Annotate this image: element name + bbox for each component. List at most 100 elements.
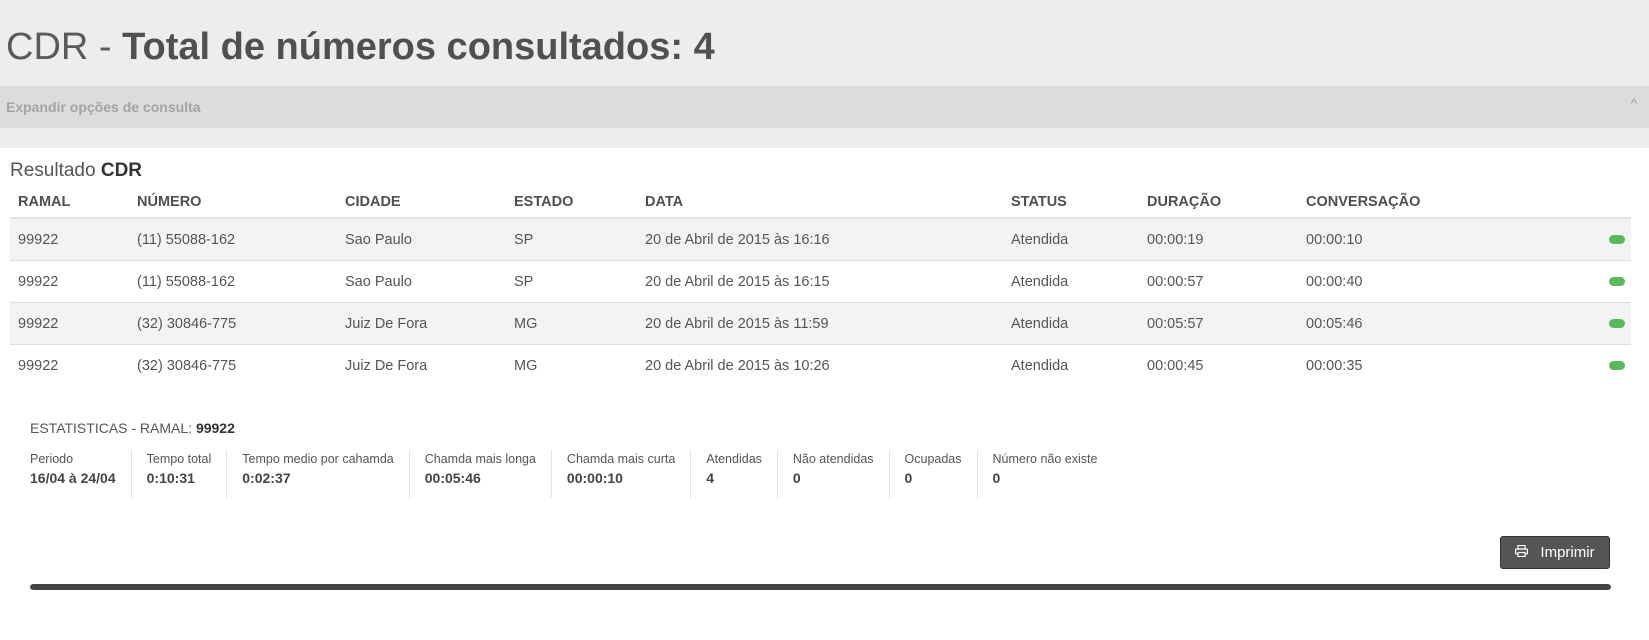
progress-bar-fill <box>30 584 1611 590</box>
stat-nao-atendidas: Não atendidas 0 <box>776 450 889 498</box>
cell-estado: SP <box>506 260 637 303</box>
cell-data: 20 de Abril de 2015 às 16:16 <box>637 218 1003 261</box>
cell-duracao: 00:00:19 <box>1139 218 1298 261</box>
cell-conversacao: 00:00:10 <box>1298 218 1531 261</box>
result-heading-bold: CDR <box>100 160 143 181</box>
stat-label: Ocupadas <box>904 452 962 466</box>
cell-ramal: 99922 <box>18 357 59 374</box>
cell-numero: (11) 55088-162 <box>129 218 337 261</box>
cell-indicator <box>1531 260 1631 303</box>
stat-value: 4 <box>706 470 715 486</box>
print-button-label: Imprimir <box>1540 544 1595 561</box>
cell-estado: SP <box>506 218 637 261</box>
status-indicator-icon <box>1609 276 1625 286</box>
printer-icon <box>1515 544 1529 561</box>
cell-indicator <box>1531 302 1631 345</box>
cell-cidade: Sao Paulo <box>337 218 506 261</box>
cell-estado: MG <box>506 302 637 345</box>
stat-label: Chamda mais curta <box>566 452 676 466</box>
cell-indicator <box>1531 345 1631 387</box>
stat-tempo-total: Tempo total 0:10:31 <box>130 450 227 498</box>
column-header-ramal: RAMAL <box>10 186 129 219</box>
stat-value: 00:05:46 <box>424 470 481 486</box>
result-heading: Resultado CDR <box>10 160 142 182</box>
cell-duracao: 00:05:57 <box>1139 302 1298 345</box>
cell-conversacao: 00:00:35 <box>1306 357 1363 374</box>
cell-duracao: 00:00:45 <box>1147 357 1204 374</box>
cell-data: 20 de Abril de 2015 às 11:59 <box>637 302 1003 345</box>
statistics-row: Periodo 16/04 à 24/04 Tempo total 0:10:3… <box>30 450 1112 498</box>
cell-ramal: 99922 <box>10 218 129 261</box>
cell-conversacao: 00:00:40 <box>1298 260 1531 303</box>
stat-ocupadas: Ocupadas 0 <box>888 450 977 498</box>
statistics-title-ramal: 99922 <box>195 420 235 436</box>
column-header-numero: NÚMERO <box>129 186 337 219</box>
cell-cidade: Sao Paulo <box>337 260 506 303</box>
stat-value: 00:00:10 <box>566 470 623 486</box>
stat-value: 16/04 à 24/04 <box>30 470 116 486</box>
page-title: CDR - Total de números consultados: 4 <box>6 22 715 72</box>
stat-numero-nao-existe: Número não existe 0 <box>976 450 1113 498</box>
cell-estado: MG <box>514 357 538 374</box>
print-button[interactable]: Imprimir <box>1500 536 1610 569</box>
stat-value: 0 <box>904 470 913 486</box>
column-header-conversacao: CONVERSAÇÃO <box>1298 186 1531 219</box>
stat-label: Não atendidas <box>792 452 874 466</box>
cell-cidade: Juiz De Fora <box>345 357 428 374</box>
cell-data: 20 de Abril de 2015 às 16:15 <box>637 260 1003 303</box>
stat-value: 0:02:37 <box>242 470 291 486</box>
stat-tempo-medio: Tempo medio por cahamda 0:02:37 <box>226 450 408 498</box>
progress-bar <box>30 584 1611 590</box>
stat-periodo: Periodo 16/04 à 24/04 <box>30 450 131 498</box>
stat-chamada-mais-longa: Chamda mais longa 00:05:46 <box>408 450 551 498</box>
cell-indicator <box>1531 218 1631 261</box>
chevron-up-icon[interactable]: ^ <box>1631 96 1637 111</box>
cell-duracao: 00:00:57 <box>1139 260 1298 303</box>
stat-label: Tempo total <box>146 452 212 466</box>
status-indicator-icon <box>1609 234 1625 244</box>
stat-label: Atendidas <box>706 452 762 466</box>
cell-status: Atendida <box>1011 357 1069 374</box>
cell-status: Atendida <box>1003 260 1139 303</box>
table-row[interactable]: 99922 (11) 55088-162 Sao Paulo SP 20 de … <box>10 218 1631 261</box>
expand-options-label: Expandir opções de consulta <box>6 99 201 115</box>
statistics-panel: ESTATISTICAS - RAMAL: 99922 Periodo 16/0… <box>30 420 1097 498</box>
stat-label: Número não existe <box>992 452 1098 466</box>
page-title-main: Total de números consultados: 4 <box>122 26 715 68</box>
cell-numero: (11) 55088-162 <box>129 260 337 303</box>
statistics-title: ESTATISTICAS - RAMAL: 99922 <box>30 420 235 436</box>
page-title-prefix: CDR <box>6 26 89 68</box>
column-header-estado: ESTADO <box>506 186 637 219</box>
status-indicator-icon <box>1609 360 1625 370</box>
table-row[interactable]: 99922 (32) 30846-775 Juiz De Fora MG 20 … <box>10 345 1631 387</box>
column-header-data: DATA <box>637 186 1003 219</box>
cell-ramal: 99922 <box>10 302 129 345</box>
stat-label: Tempo medio por cahamda <box>242 452 394 466</box>
cell-status: Atendida <box>1003 218 1139 261</box>
stat-value: 0:10:31 <box>146 470 195 486</box>
stat-value: 0 <box>992 470 1001 486</box>
status-indicator-icon <box>1609 318 1625 328</box>
table-row[interactable]: 99922 (11) 55088-162 Sao Paulo SP 20 de … <box>10 260 1631 303</box>
table-row[interactable]: 99922 (32) 30846-775 Juiz De Fora MG 20 … <box>10 302 1631 345</box>
cell-numero: (32) 30846-775 <box>129 302 337 345</box>
stat-chamada-mais-curta: Chamda mais curta 00:00:10 <box>550 450 690 498</box>
result-heading-prefix: Resultado <box>10 160 96 181</box>
cell-status: Atendida <box>1003 302 1139 345</box>
header-band: CDR - Total de números consultados: 4 Ex… <box>0 0 1649 148</box>
cell-cidade: Juiz De Fora <box>337 302 506 345</box>
stat-atendidas: Atendidas 4 <box>690 450 777 498</box>
statistics-title-prefix: ESTATISTICAS - RAMAL: <box>30 420 193 436</box>
stat-value: 0 <box>792 470 801 486</box>
cell-conversacao: 00:05:46 <box>1298 302 1531 345</box>
cdr-table: RAMAL NÚMERO CIDADE ESTADO DATA STATUS D… <box>10 186 1631 386</box>
cell-ramal: 99922 <box>10 260 129 303</box>
page-title-separator: - <box>98 26 112 68</box>
stat-label: Periodo <box>30 452 74 466</box>
expand-options-toggle[interactable]: Expandir opções de consulta ^ <box>0 86 1649 128</box>
cell-data: 20 de Abril de 2015 às 10:26 <box>645 357 830 374</box>
column-header-status: STATUS <box>1003 186 1139 219</box>
column-header-cidade: CIDADE <box>337 186 506 219</box>
column-header-duracao: DURAÇÃO <box>1139 186 1298 219</box>
column-header-indicator <box>1531 186 1631 219</box>
